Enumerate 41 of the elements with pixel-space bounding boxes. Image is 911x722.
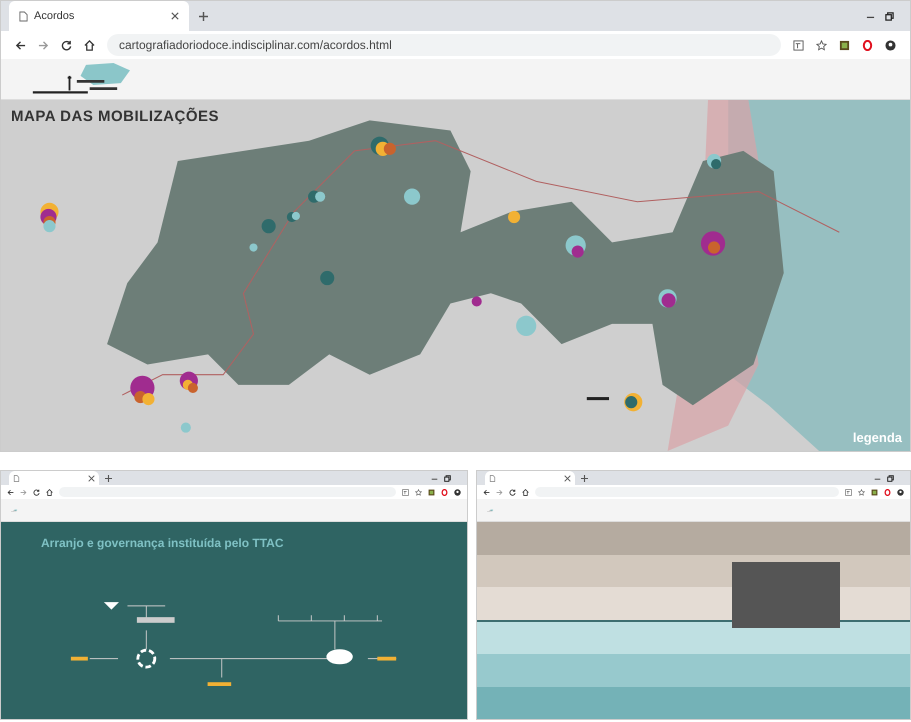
close-icon[interactable] [564, 474, 571, 482]
translate-icon[interactable] [845, 488, 852, 496]
tab-title: Acordos [34, 10, 76, 22]
star-icon[interactable] [858, 488, 865, 496]
forward-icon[interactable] [20, 488, 27, 496]
page-icon [19, 10, 28, 22]
reload-icon[interactable] [509, 488, 516, 496]
extension-icon[interactable] [871, 488, 878, 496]
back-icon[interactable] [7, 488, 14, 496]
close-icon[interactable] [88, 474, 95, 482]
extension-icon[interactable] [428, 488, 435, 496]
browser-tab[interactable]: Acordos [9, 1, 189, 31]
address-field[interactable]: cartografiadoriodoce.indisciplinar.com/acordos.html [107, 34, 781, 56]
extension-icon[interactable] [839, 40, 850, 50]
map-title: MAPA DAS MOBILIZAÇÕES [11, 108, 219, 125]
new-tab-icon[interactable] [105, 474, 112, 482]
new-tab-icon[interactable] [581, 474, 588, 482]
page-icon [489, 474, 496, 482]
star-icon[interactable] [816, 40, 827, 50]
reload-icon[interactable] [33, 488, 40, 496]
profile-icon[interactable] [454, 488, 461, 496]
back-icon[interactable] [483, 488, 490, 496]
forward-icon[interactable] [496, 488, 503, 496]
diagram-title: Arranjo e governança instituída pelo TTAC [41, 536, 284, 550]
translate-icon[interactable] [402, 488, 409, 496]
profile-icon[interactable] [885, 40, 896, 50]
reload-icon[interactable] [61, 40, 72, 50]
restore-icon[interactable] [885, 12, 894, 20]
forward-icon[interactable] [38, 40, 49, 50]
new-tab-icon[interactable] [199, 12, 208, 20]
restore-icon[interactable] [887, 474, 894, 482]
translate-icon[interactable] [793, 40, 804, 50]
star-icon[interactable] [415, 488, 422, 496]
page-icon [13, 474, 20, 482]
home-icon[interactable] [46, 488, 53, 496]
profile-icon[interactable] [897, 488, 904, 496]
home-icon[interactable] [522, 488, 529, 496]
restore-icon[interactable] [444, 474, 451, 482]
home-icon[interactable] [84, 40, 95, 50]
close-icon[interactable] [171, 12, 179, 20]
back-icon[interactable] [15, 40, 26, 50]
